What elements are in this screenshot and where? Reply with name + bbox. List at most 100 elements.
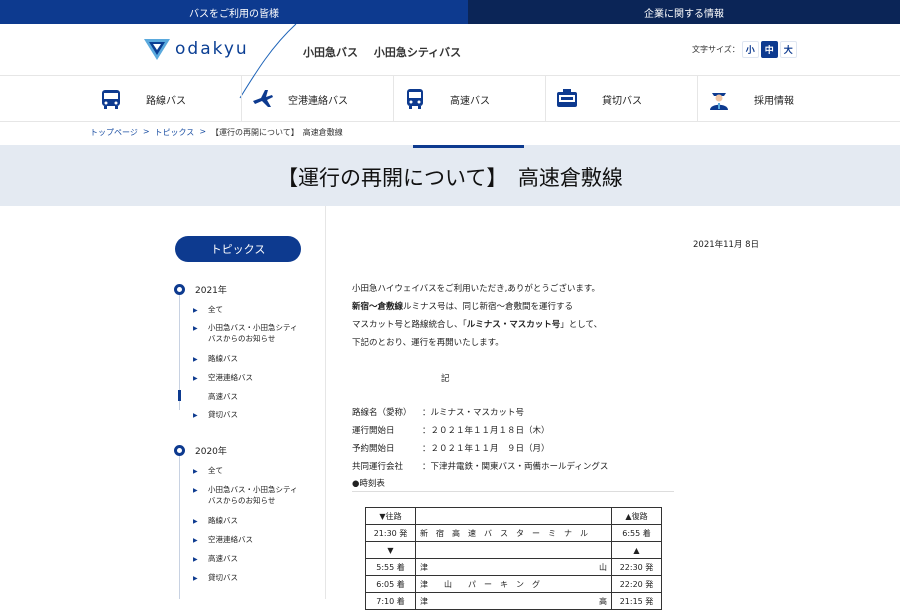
title-banner: 【運行の再開について】 高速倉敷線 — [0, 145, 900, 206]
sidebar-item-label: 空港連絡バス — [208, 373, 253, 382]
tab-bus-users[interactable]: バスをご利用の皆様 — [0, 0, 468, 24]
route-name-bold: 新宿～倉敷線 — [352, 302, 404, 312]
stop-name-left: 津 — [420, 562, 428, 572]
arrow-right-icon: ▶ — [193, 468, 198, 475]
font-size-switcher: 文字サイズ： 小 中 大 — [692, 41, 797, 58]
nav-express-bus[interactable]: 高速バス — [394, 76, 546, 122]
arrow-right-icon: ▶ — [193, 518, 198, 525]
detail-value: ：２０２１年１１月 ９日（月） — [422, 444, 550, 454]
table-row: 5:55 着 津山 22:30 発 — [365, 558, 662, 576]
outbound-time: 5:55 着 — [365, 558, 416, 576]
odakyu-logo[interactable]: odakyu — [142, 36, 249, 62]
breadcrumb-separator: > — [142, 127, 150, 136]
detail-start-date: 運行開始日 ：２０２１年１１月１８日（木） — [352, 424, 550, 436]
return-header: ▲復路 — [611, 507, 662, 525]
breadcrumb-home[interactable]: トップページ — [90, 127, 138, 138]
sidebar: トピックス 2021年 ▶ 全て ▶ 小田急バス・小田急シティ バスからのお知らせ ▶… — [0, 206, 326, 599]
sidebar-item-notice-2020[interactable]: ▶ 小田急バス・小田急シティ バスからのお知らせ — [193, 484, 298, 506]
nav-recruit[interactable]: 採用情報 — [698, 76, 850, 122]
nav-charter-bus-label: 貸切バス — [602, 95, 642, 107]
detail-reservation-date: 予約開始日 ：２０２１年１１月 ９日（月） — [352, 442, 550, 454]
timeline-pin-icon — [174, 284, 185, 295]
sidebar-item-route-bus-2021[interactable]: ▶ 路線バス — [193, 353, 238, 365]
article-date: 2021年11月 8日 — [693, 240, 760, 250]
font-size-large-button[interactable]: 大 — [779, 41, 797, 58]
sidebar-item-label: 全て — [208, 305, 223, 314]
font-size-small-button[interactable]: 小 — [741, 41, 759, 58]
detail-partners: 共同運行会社 ：下津井電鉄・関東バス・両備ホールディングス — [352, 460, 608, 472]
breadcrumb-separator: > — [199, 127, 207, 136]
article-line-2-rest: ルミナス号は、同じ新宿～倉敷間を運行する — [403, 302, 574, 312]
font-size-medium-button[interactable]: 中 — [760, 41, 778, 58]
stop-name-text: 新 宿 高 速 バ ス タ ー ミ ナ ル — [420, 528, 588, 538]
sidebar-item-label: 高速バス — [208, 554, 238, 563]
sidebar-item-label: 路線バス — [208, 354, 238, 363]
tab-corporate-info[interactable]: 企業に関する情報 — [468, 0, 900, 24]
timetable: ▼往路 ▲復路 21:30 発 新 宿 高 速 バ ス タ ー ミ ナ ル 6:… — [365, 507, 662, 610]
nav-route-bus-label: 路線バス — [146, 95, 186, 107]
global-nav: 路線バス 空港連絡バス 高速バス 貸切バス 採用情報 — [0, 76, 900, 122]
return-time: 22:20 発 — [611, 575, 662, 593]
stop-name-text: 津 山 パ ー キ ン グ — [420, 579, 540, 589]
stop-name: 新 宿 高 速 バ ス タ ー ミ ナ ル — [415, 524, 612, 542]
sidebar-item-notice-2021[interactable]: ▶ 小田急バス・小田急シティ バスからのお知らせ — [193, 322, 298, 344]
brand-names: 小田急バス 小田急シティバス — [303, 44, 473, 60]
arrow-right-icon: ▶ — [193, 375, 198, 382]
nav-route-bus[interactable]: 路線バス — [90, 76, 242, 122]
font-size-label: 文字サイズ： — [692, 45, 740, 54]
page-title: 【運行の再開について】 高速倉敷線 — [277, 166, 623, 190]
sidebar-item-airport-bus-2020[interactable]: ▶ 空港連絡バス — [193, 534, 253, 546]
sidebar-item-all-2020[interactable]: ▶ 全て — [193, 465, 223, 477]
sidebar-item-label: 路線バス — [208, 516, 238, 525]
table-row: 6:05 着 津 山 パ ー キ ン グ 22:20 発 — [365, 575, 662, 593]
detail-key: 路線名（愛称） — [352, 408, 412, 418]
table-row: 21:30 発 新 宿 高 速 バ ス タ ー ミ ナ ル 6:55 着 — [365, 524, 662, 542]
sidebar-item-express-bus-2020[interactable]: ▶ 高速バス — [193, 553, 238, 565]
stop-header-blank — [415, 507, 612, 525]
breadcrumb-topics[interactable]: トピックス — [155, 127, 195, 138]
detail-key: 共同運行会社 — [352, 462, 404, 472]
arrow-right-icon: ▶ — [193, 356, 198, 363]
title-accent-bar — [413, 145, 524, 148]
sidebar-item-label: 小田急バス・小田急シティ バスからのお知らせ — [208, 322, 298, 344]
arrow-right-icon: ▶ — [193, 575, 198, 582]
sidebar-item-express-bus-2021[interactable]: 高速バス — [208, 391, 238, 402]
sidebar-item-charter-bus-2020[interactable]: ▶ 貸切バス — [193, 572, 238, 584]
timetable-divider — [352, 491, 674, 492]
current-indicator — [178, 390, 181, 401]
outbound-time: 7:10 着 — [365, 592, 416, 610]
sidebar-item-route-bus-2020[interactable]: ▶ 路線バス — [193, 515, 238, 527]
ki-heading: 記 — [441, 374, 450, 384]
timeline-line — [179, 456, 180, 599]
topics-button[interactable]: トピックス — [175, 236, 301, 262]
year-2020[interactable]: 2020年 — [174, 444, 227, 457]
notice-line-1: 小田急バス・小田急シティ — [208, 485, 298, 494]
nav-airport-bus[interactable]: 空港連絡バス — [242, 76, 394, 122]
sidebar-item-airport-bus-2021[interactable]: ▶ 空港連絡バス — [193, 372, 253, 384]
direction-arrow-down: ▼ — [365, 541, 416, 559]
detail-key: 予約開始日 — [352, 444, 395, 454]
outbound-header: ▼往路 — [365, 507, 416, 525]
table-row: ▼往路 ▲復路 — [365, 507, 662, 525]
sidebar-item-charter-bus-2021[interactable]: ▶ 貸切バス — [193, 409, 238, 421]
timetable-label: ●時刻表 — [352, 479, 385, 489]
notice-line-1: 小田急バス・小田急シティ — [208, 323, 298, 332]
article-line-3-pre: マスカット号と路線統合し、「 — [352, 320, 467, 330]
detail-route-name: 路線名（愛称） ：ルミナス・マスカット号 — [352, 406, 524, 418]
nav-charter-bus[interactable]: 貸切バス — [546, 76, 698, 122]
stop-name: 津 山 パ ー キ ン グ — [415, 575, 612, 593]
sidebar-item-all-2021[interactable]: ▶ 全て — [193, 304, 223, 316]
arrow-right-icon: ▶ — [193, 307, 198, 314]
sidebar-item-label: 高速バス — [208, 392, 238, 401]
nav-airport-bus-label: 空港連絡バス — [288, 95, 348, 107]
spacer-cell — [415, 541, 612, 559]
sidebar-item-label: 貸切バス — [208, 410, 238, 419]
year-2021-label: 2021年 — [195, 286, 227, 296]
detail-value: ：下津井電鉄・関東バス・両備ホールディングス — [422, 462, 609, 472]
detail-value: ：２０２１年１１月１８日（木） — [422, 426, 550, 436]
nav-express-bus-label: 高速バス — [450, 95, 490, 107]
year-2021[interactable]: 2021年 — [174, 283, 227, 296]
article-line-4: 下記のとおり、運行を再開いたします。 — [352, 338, 504, 348]
arrow-right-icon: ▶ — [193, 325, 198, 332]
article-line-1: 小田急ハイウェイバスをご利用いただき,ありがとうございます。 — [352, 284, 601, 294]
